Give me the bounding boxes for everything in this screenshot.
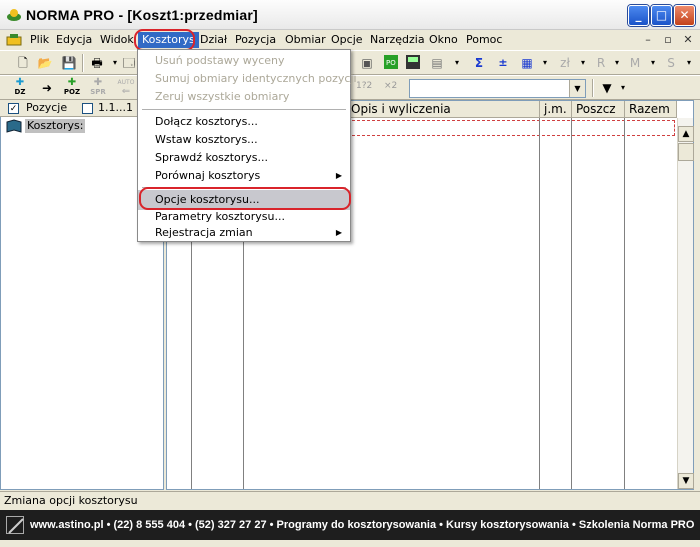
window-title: NORMA PRO - [Koszt1:przedmiar] xyxy=(26,7,258,23)
menu-pomoc[interactable]: Pomoc xyxy=(462,32,506,48)
menu-bar: Plik Edycja Widok Kosztorys Dział Pozycj… xyxy=(0,29,700,51)
document-icon[interactable] xyxy=(6,33,22,47)
col-poszcz[interactable]: Poszcz xyxy=(572,101,625,118)
promo-footer: www.astino.pl • (22) 8 555 404 • (52) 32… xyxy=(0,510,700,540)
range-checkbox[interactable] xyxy=(82,103,93,114)
highlight-ring-kosztorys xyxy=(134,29,195,51)
m-dropdown-icon[interactable]: ▾ xyxy=(644,54,662,72)
new-file-icon[interactable]: 🗋 xyxy=(14,54,32,72)
menu-dzial[interactable]: Dział xyxy=(196,32,231,48)
menu-opcje[interactable]: Opcje xyxy=(327,32,367,48)
sum-icon[interactable]: Σ xyxy=(470,54,488,72)
table-dropdown-icon[interactable]: ▾ xyxy=(536,54,554,72)
selected-row[interactable] xyxy=(347,120,675,136)
close-button[interactable]: ✕ xyxy=(674,5,695,26)
add-position-button[interactable]: ✚ POZ xyxy=(60,78,84,100)
pozycje-checkbox[interactable]: ✓ xyxy=(8,103,19,114)
menu-obmiar[interactable]: Obmiar xyxy=(281,32,330,48)
add-department-button[interactable]: ✚ DZ xyxy=(8,78,32,100)
preview-icon[interactable]: 🗔 xyxy=(120,54,138,72)
menu-edycja[interactable]: Edycja xyxy=(52,32,96,48)
table-icon[interactable]: ▦ xyxy=(518,54,536,72)
print-icon[interactable]: 🖶 xyxy=(88,54,106,72)
footer-text: www.astino.pl • (22) 8 555 404 • (52) 32… xyxy=(30,519,695,531)
mdi-restore-icon[interactable]: ▫ xyxy=(660,33,676,47)
po-icon[interactable]: PO xyxy=(382,54,400,72)
m-icon[interactable]: M xyxy=(626,54,644,72)
scroll-down-icon[interactable]: ▼ xyxy=(678,473,694,489)
tree-item-kosztorys[interactable]: Kosztorys: xyxy=(25,119,86,133)
title-bar: NORMA PRO - [Koszt1:przedmiar] _ □ ✕ xyxy=(0,0,700,30)
report-icon[interactable]: ▤ xyxy=(428,54,446,72)
col-razem[interactable]: Razem xyxy=(625,101,677,118)
monitor-icon[interactable]: ▣ xyxy=(358,54,376,72)
s-icon[interactable]: S xyxy=(662,54,680,72)
menu-plik[interactable]: Plik xyxy=(26,32,53,48)
filter-dropdown-icon[interactable]: ▾ xyxy=(614,79,632,97)
svg-text:PO: PO xyxy=(386,59,396,67)
menu-sprawdz-kosztorys[interactable]: Sprawdź kosztorys... xyxy=(138,148,350,168)
s-dropdown-icon[interactable]: ▾ xyxy=(680,54,698,72)
maximize-button[interactable]: □ xyxy=(651,5,672,26)
currency-icon[interactable]: zł xyxy=(556,54,574,72)
save-icon[interactable]: 💾 xyxy=(60,54,78,72)
submenu-arrow-icon: ▶ xyxy=(335,171,342,180)
vertical-scrollbar[interactable]: ▲ ▼ xyxy=(677,118,694,489)
scroll-up-icon[interactable]: ▲ xyxy=(678,126,694,142)
scroll-thumb[interactable] xyxy=(678,143,694,161)
open-folder-icon[interactable]: 📂 xyxy=(36,54,54,72)
combobox-arrow-icon[interactable]: ▼ xyxy=(569,80,585,97)
submenu-arrow-icon: ▶ xyxy=(335,228,342,237)
book-icon xyxy=(6,119,22,133)
add-check-button[interactable]: ✚ SPR xyxy=(86,78,110,100)
menu-wstaw-kosztorys[interactable]: Wstaw kosztorys... xyxy=(138,130,350,150)
status-bar: Zmiana opcji kosztorysu xyxy=(0,491,700,509)
norma-app-icon xyxy=(6,7,22,23)
menu-widok[interactable]: Widok xyxy=(96,32,138,48)
filter-combobox[interactable]: ▼ xyxy=(409,79,586,98)
mdi-close-icon[interactable]: ✕ xyxy=(680,33,696,47)
arrow-right-icon[interactable]: ➜ xyxy=(38,79,56,97)
astino-logo xyxy=(6,516,24,534)
currency-dropdown-icon[interactable]: ▾ xyxy=(574,54,592,72)
pozycje-label: Pozycje xyxy=(26,101,68,114)
menu-zeruj-obmiary: Zeruj wszystkie obmiary xyxy=(155,90,290,103)
menu-narzedzia[interactable]: Narzędzia xyxy=(366,32,429,48)
kosztorys-menu: Usuń podstawy wyceny Sumuj obmiary ident… xyxy=(137,49,357,243)
menu-rejestracja-zmian[interactable]: Rejestracja zmian ▶ xyxy=(138,223,350,243)
menu-usun-podstawy: Usuń podstawy wyceny xyxy=(155,54,285,67)
menu-sumuj-obmiary: Sumuj obmiary identycznych pozycji xyxy=(155,72,357,85)
mdi-minimize-icon[interactable]: – xyxy=(640,33,656,47)
percent-icon[interactable]: ±% xyxy=(494,54,512,87)
menu-dolacz-kosztorys[interactable]: Dołącz kosztorys... xyxy=(138,112,350,132)
menu-okno[interactable]: Okno xyxy=(425,32,462,48)
counter-label[interactable]: 1?2 xyxy=(356,81,372,91)
r-dropdown-icon[interactable]: ▾ xyxy=(608,54,626,72)
menu-porownaj-kosztorys[interactable]: Porównaj kosztorys ▶ xyxy=(138,166,350,186)
menu-pozycja[interactable]: Pozycja xyxy=(231,32,280,48)
minimize-button[interactable]: _ xyxy=(628,5,649,26)
report-dropdown-icon[interactable]: ▾ xyxy=(448,54,466,72)
col-jm[interactable]: j.m. xyxy=(540,101,572,118)
auto-button[interactable]: AUTO ⇐ xyxy=(114,78,138,100)
calculate-icon[interactable] xyxy=(404,54,422,72)
range-label: 1.1...1 xyxy=(98,101,133,114)
multiply-label[interactable]: ×2 xyxy=(384,81,397,91)
